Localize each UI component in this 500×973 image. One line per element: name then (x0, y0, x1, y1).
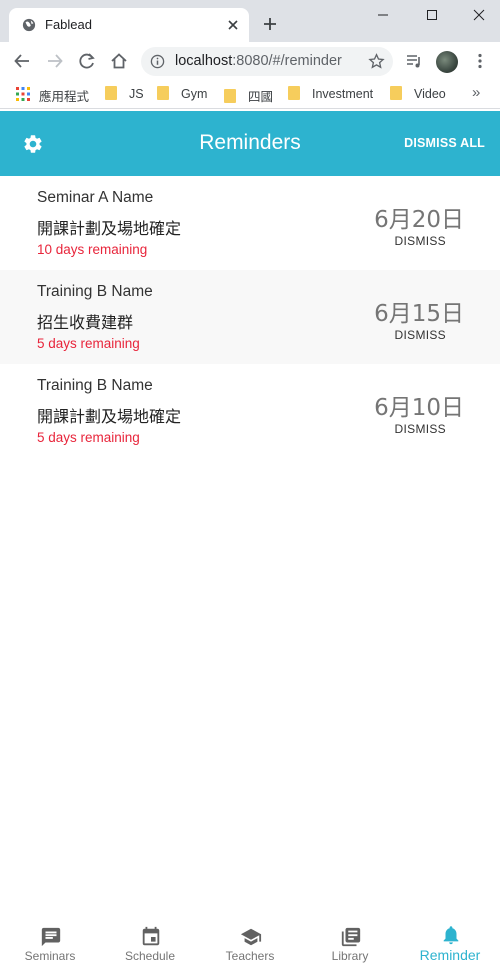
bookmark-label: 四國 (248, 90, 274, 104)
reminder-item: Training B Name 開課計劃及場地確定 5 days remaini… (0, 364, 500, 458)
nav-schedule[interactable]: Schedule (100, 918, 200, 973)
reminder-days-remaining: 5 days remaining (37, 430, 140, 445)
bookmark-video[interactable]: Video (390, 86, 446, 102)
nav-teachers[interactable]: Teachers (200, 918, 300, 973)
bookmarks-overflow-button[interactable]: » (472, 84, 480, 101)
dismiss-all-button[interactable]: DISMISS ALL (404, 136, 485, 150)
nav-reminder[interactable]: Reminder (400, 918, 500, 973)
bookmark-star-icon[interactable] (368, 53, 385, 70)
browser-toolbar: localhost:8080/#/reminder (0, 42, 500, 80)
apps-grid-icon[interactable] (16, 87, 30, 101)
dismiss-button[interactable]: DISMISS (395, 234, 446, 248)
bookmark-apps[interactable]: 應用程式 (39, 86, 89, 104)
nav-label: Schedule (124, 949, 176, 963)
bookmark-label: Video (414, 87, 446, 101)
reminder-date: 6月20日 (374, 207, 464, 233)
folder-icon (224, 89, 236, 103)
folder-icon (288, 86, 300, 100)
back-arrow-icon[interactable] (13, 52, 31, 70)
reminder-task: 招生收費建群 (37, 313, 134, 332)
reminder-event-name: Training B Name (37, 377, 153, 394)
url-host: localhost (175, 53, 233, 69)
address-bar[interactable]: localhost:8080/#/reminder (141, 47, 393, 76)
bookmark-js[interactable]: JS (105, 86, 144, 102)
globe-icon (22, 18, 36, 32)
reminder-task: 開課計劃及場地確定 (37, 219, 182, 238)
profile-avatar[interactable] (436, 51, 458, 73)
bookmark-shikoku[interactable]: 四國 (224, 86, 274, 104)
nav-seminars[interactable]: Seminars (0, 918, 100, 973)
reminder-event-name: Training B Name (37, 283, 153, 300)
reminder-list: Seminar A Name 開課計劃及場地確定 10 days remaini… (0, 176, 500, 458)
reminder-days-remaining: 10 days remaining (37, 242, 148, 257)
dismiss-button[interactable]: DISMISS (395, 422, 446, 436)
nav-label: Teachers (225, 949, 275, 963)
minimize-icon[interactable] (372, 6, 394, 24)
more-vertical-icon[interactable] (471, 52, 489, 70)
url-path: :8080/#/reminder (232, 53, 342, 69)
home-icon[interactable] (110, 52, 128, 70)
folder-icon (157, 86, 169, 100)
reminder-item: Seminar A Name 開課計劃及場地確定 10 days remaini… (0, 176, 500, 270)
chat-icon (41, 927, 61, 947)
maximize-icon[interactable] (421, 6, 443, 24)
library-icon (341, 927, 361, 947)
bookmark-gym[interactable]: Gym (157, 86, 207, 102)
reminder-days-remaining: 5 days remaining (37, 336, 140, 351)
media-queue-icon[interactable] (405, 52, 423, 70)
forward-arrow-icon[interactable] (46, 52, 64, 70)
reminder-date: 6月15日 (374, 301, 464, 327)
folder-icon (390, 86, 402, 100)
app-header: Reminders DISMISS ALL (0, 111, 500, 176)
school-icon (240, 928, 262, 946)
bookmark-label: JS (129, 87, 144, 101)
browser-tab[interactable]: Fablead (9, 8, 249, 42)
close-tab-icon[interactable] (225, 17, 241, 33)
tab-title: Fablead (45, 17, 92, 32)
reminder-event-name: Seminar A Name (37, 189, 154, 206)
bell-icon (443, 926, 459, 945)
reminder-item: Training B Name 招生收費建群 5 days remaining … (0, 270, 500, 364)
reload-icon[interactable] (78, 52, 96, 70)
close-window-icon[interactable] (468, 6, 490, 24)
info-icon[interactable] (150, 54, 165, 69)
dismiss-button[interactable]: DISMISS (395, 328, 446, 342)
bookmark-label: Investment (312, 87, 374, 101)
nav-label: Reminder (419, 947, 481, 963)
url-text: localhost:8080/#/reminder (175, 53, 342, 69)
bookmark-label: Gym (181, 87, 208, 101)
nav-label: Seminars (24, 949, 76, 963)
folder-icon (105, 86, 117, 100)
reminder-task: 開課計劃及場地確定 (37, 407, 182, 426)
browser-tab-bar: Fablead (0, 0, 500, 42)
new-tab-icon[interactable] (262, 16, 278, 32)
reminder-date: 6月10日 (374, 395, 464, 421)
bottom-navigation: Seminars Schedule Teachers Library Remin… (0, 918, 500, 973)
nav-label: Library (331, 949, 369, 963)
bookmark-investment[interactable]: Investment (288, 86, 373, 102)
calendar-icon (142, 926, 160, 946)
nav-library[interactable]: Library (300, 918, 400, 973)
